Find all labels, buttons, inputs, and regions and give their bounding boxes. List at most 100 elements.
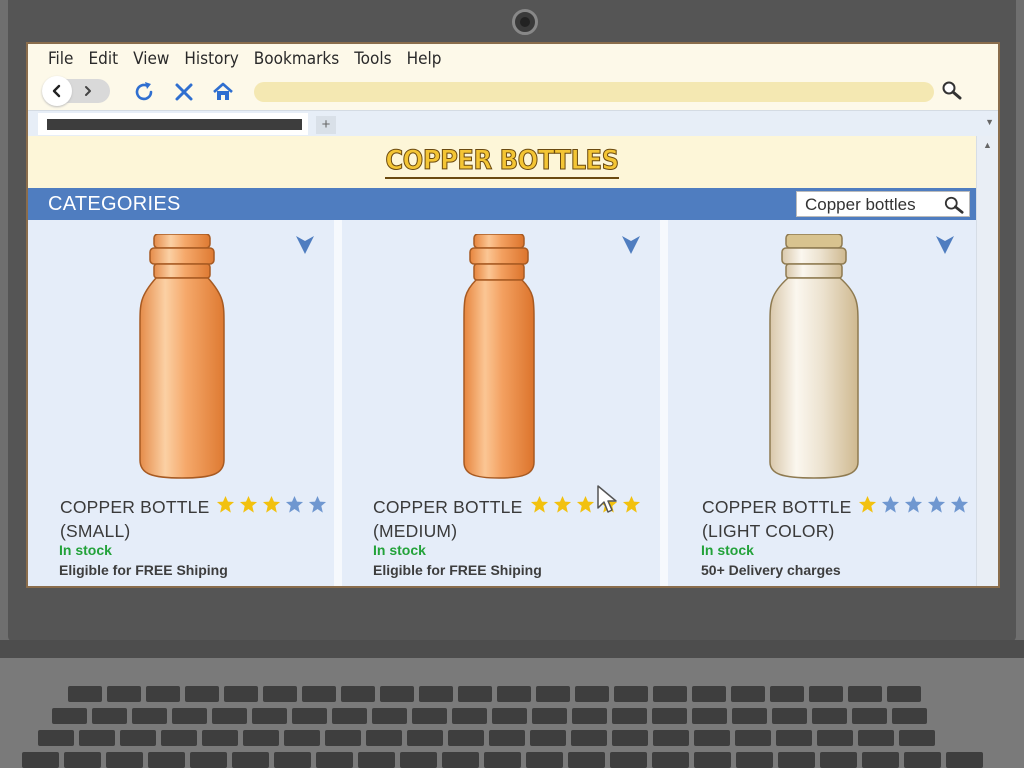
keyboard-key bbox=[332, 708, 367, 724]
product-card-medium[interactable]: COPPER BOTTLE (MEDIUM) In stock Eligible … bbox=[342, 220, 660, 586]
keyboard-key bbox=[161, 730, 197, 746]
rating-stars bbox=[858, 495, 969, 514]
keyboard-key bbox=[612, 730, 648, 746]
keyboard-key bbox=[572, 708, 607, 724]
search-icon[interactable] bbox=[940, 79, 964, 103]
star-empty-icon bbox=[881, 495, 900, 513]
keyboard-key bbox=[52, 708, 87, 724]
keyboard-key bbox=[202, 730, 238, 746]
dropdown-arrow-icon[interactable] bbox=[934, 234, 956, 256]
keyboard-key bbox=[568, 752, 605, 768]
site-title: COPPER BOTTLES bbox=[28, 136, 976, 188]
keyboard-key bbox=[530, 730, 566, 746]
home-icon[interactable] bbox=[211, 80, 235, 104]
address-bar[interactable] bbox=[254, 82, 934, 102]
keyboard-key bbox=[146, 686, 180, 702]
keyboard-key bbox=[489, 730, 525, 746]
mouse-cursor-icon bbox=[597, 485, 617, 513]
keyboard-key bbox=[302, 686, 336, 702]
product-name-line2: (MEDIUM) bbox=[373, 521, 458, 541]
keyboard-key bbox=[407, 730, 443, 746]
keyboard-key bbox=[64, 752, 101, 768]
forward-button[interactable] bbox=[78, 81, 98, 101]
keyboard-key bbox=[735, 730, 771, 746]
product-card-light-color[interactable]: COPPER BOTTLE (LIGHT COLOR) In stock 50+ … bbox=[668, 220, 976, 586]
chevron-left-icon bbox=[52, 84, 61, 98]
stock-status: In stock bbox=[59, 542, 112, 558]
light-bottle-image bbox=[769, 234, 859, 479]
keyboard-key bbox=[772, 708, 807, 724]
keyboard-key bbox=[484, 752, 521, 768]
keyboard-key bbox=[614, 686, 648, 702]
site-title-text: COPPER BOTTLES bbox=[385, 145, 620, 179]
keyboard-key bbox=[284, 730, 320, 746]
keyboard-key bbox=[358, 752, 395, 768]
keyboard-key bbox=[852, 708, 887, 724]
scroll-up-arrow-icon[interactable]: ▲ bbox=[983, 140, 992, 150]
keyboard-key bbox=[817, 730, 853, 746]
back-button[interactable] bbox=[42, 76, 72, 106]
star-empty-icon bbox=[904, 495, 923, 513]
chevron-right-icon bbox=[85, 86, 91, 96]
star-empty-icon bbox=[285, 495, 304, 513]
star-filled-icon bbox=[553, 495, 572, 513]
star-filled-icon bbox=[239, 495, 258, 513]
shipping-info: Eligible for FREE Shiping bbox=[373, 562, 542, 578]
keyboard-key bbox=[148, 752, 185, 768]
keyboard-key bbox=[652, 708, 687, 724]
menu-bookmarks[interactable]: Bookmarks bbox=[254, 49, 339, 69]
menu-edit[interactable]: Edit bbox=[88, 49, 118, 69]
site-search-value: Copper bottles bbox=[805, 195, 916, 214]
active-tab[interactable] bbox=[38, 113, 308, 135]
search-icon[interactable] bbox=[943, 195, 965, 215]
star-empty-icon bbox=[927, 495, 946, 513]
star-empty-icon bbox=[950, 495, 969, 513]
keyboard-key bbox=[887, 686, 921, 702]
keyboard-key bbox=[107, 686, 141, 702]
product-name-line2: (SMALL) bbox=[60, 521, 131, 541]
keyboard-key bbox=[442, 752, 479, 768]
stock-status: In stock bbox=[701, 542, 754, 558]
menu-view[interactable]: View bbox=[133, 49, 169, 69]
new-tab-button[interactable]: + bbox=[316, 116, 336, 134]
menu-history[interactable]: History bbox=[184, 49, 238, 69]
keyboard-key bbox=[848, 686, 882, 702]
dropdown-arrow-icon[interactable] bbox=[294, 234, 316, 256]
navigation-bar bbox=[28, 74, 998, 110]
keyboard-key bbox=[190, 752, 227, 768]
keyboard-key bbox=[692, 686, 726, 702]
categories-label[interactable]: CATEGORIES bbox=[48, 193, 181, 216]
site-search-input[interactable]: Copper bottles bbox=[796, 191, 970, 217]
keyboard-key bbox=[380, 686, 414, 702]
keyboard-key bbox=[694, 752, 731, 768]
webcam bbox=[512, 9, 538, 35]
keyboard-key bbox=[731, 686, 765, 702]
keyboard-key bbox=[899, 730, 935, 746]
product-name-small[interactable]: COPPER BOTTLE (SMALL) bbox=[60, 495, 209, 543]
product-card-small[interactable]: COPPER BOTTLE (SMALL) In stock Eligible f… bbox=[28, 220, 334, 586]
rating-stars bbox=[216, 495, 327, 514]
keyboard-key bbox=[497, 686, 531, 702]
keyboard-key bbox=[79, 730, 115, 746]
tab-list-dropdown-icon[interactable]: ▼ bbox=[985, 117, 994, 127]
keyboard-key bbox=[653, 730, 689, 746]
keyboard-key bbox=[778, 752, 815, 768]
product-name-medium[interactable]: COPPER BOTTLE (MEDIUM) bbox=[373, 495, 522, 543]
menu-file[interactable]: File bbox=[48, 49, 73, 69]
keyboard-key bbox=[694, 730, 730, 746]
keyboard-key bbox=[809, 686, 843, 702]
stop-icon[interactable] bbox=[172, 80, 196, 104]
product-name-light-color[interactable]: COPPER BOTTLE (LIGHT COLOR) bbox=[702, 495, 851, 543]
rating-stars bbox=[530, 495, 641, 514]
refresh-icon[interactable] bbox=[132, 80, 156, 104]
keyboard-key bbox=[224, 686, 258, 702]
dropdown-arrow-icon[interactable] bbox=[620, 234, 642, 256]
keyboard-key bbox=[68, 686, 102, 702]
keyboard-key bbox=[575, 686, 609, 702]
product-name-line2: (LIGHT COLOR) bbox=[702, 521, 835, 541]
keyboard-key bbox=[22, 752, 59, 768]
menu-tools[interactable]: Tools bbox=[354, 49, 391, 69]
menu-help[interactable]: Help bbox=[407, 49, 442, 69]
vertical-scrollbar[interactable]: ▲ bbox=[976, 136, 998, 586]
keyboard-key bbox=[252, 708, 287, 724]
